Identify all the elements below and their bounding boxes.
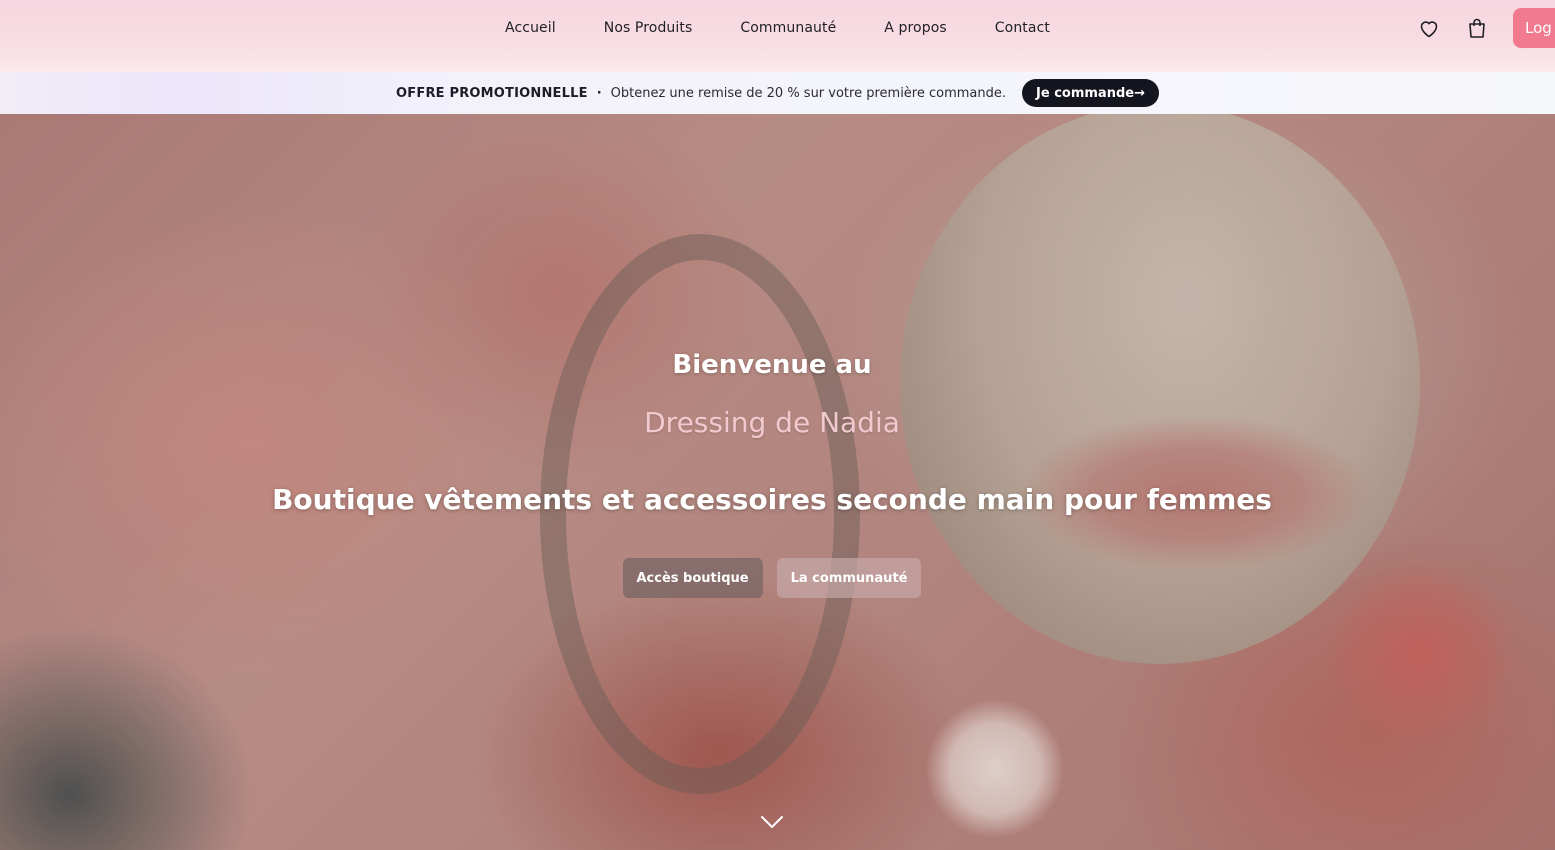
nav-link-a-propos[interactable]: A propos	[884, 20, 946, 36]
heart-icon[interactable]	[1417, 16, 1441, 40]
nav-link-contact[interactable]: Contact	[995, 20, 1050, 36]
shopping-bag-icon[interactable]	[1465, 16, 1489, 40]
top-navigation: Accueil Nos Produits Communauté A propos…	[0, 0, 1555, 72]
shop-access-button[interactable]: Accès boutique	[622, 558, 763, 598]
order-now-button[interactable]: Je commande→	[1022, 79, 1159, 107]
hero-section: Bienvenue au Dressing de Nadia Boutique …	[0, 114, 1555, 850]
hero-tagline: Boutique vêtements et accessoires second…	[272, 483, 1272, 516]
promo-separator: ·	[596, 85, 602, 101]
main-nav: Accueil Nos Produits Communauté A propos…	[0, 0, 1555, 56]
chevron-down-icon[interactable]	[760, 814, 784, 830]
nav-link-accueil[interactable]: Accueil	[505, 20, 556, 36]
hero-buttons: Accès boutique La communauté	[0, 558, 1544, 598]
hero-brand-name: Dressing de Nadia	[644, 406, 900, 439]
community-button[interactable]: La communauté	[776, 558, 922, 598]
nav-link-produits[interactable]: Nos Produits	[604, 20, 693, 36]
login-button[interactable]: Log	[1513, 8, 1555, 48]
promo-banner: OFFRE PROMOTIONNELLE · Obtenez une remis…	[0, 72, 1555, 114]
promo-title: OFFRE PROMOTIONNELLE	[396, 85, 588, 101]
promo-text: Obtenez une remise de 20 % sur votre pre…	[610, 85, 1007, 101]
hero-content: Bienvenue au Dressing de Nadia Boutique …	[0, 114, 1555, 850]
nav-link-communaute[interactable]: Communauté	[740, 20, 836, 36]
hero-welcome-heading: Bienvenue au	[672, 350, 872, 380]
